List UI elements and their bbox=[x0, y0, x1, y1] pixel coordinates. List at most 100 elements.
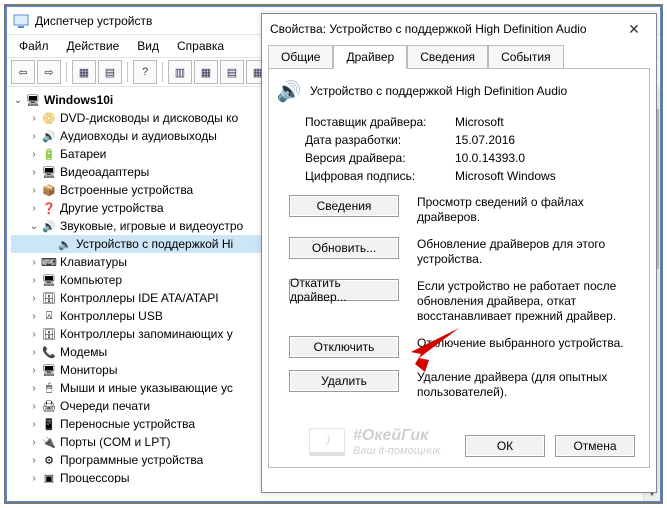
chevron-icon: › bbox=[27, 419, 41, 430]
tree-item-label: Батареи bbox=[60, 147, 106, 161]
tree-item-label: Модемы bbox=[60, 345, 107, 359]
back-button[interactable]: ⇦ bbox=[11, 60, 35, 84]
provider-label: Поставщик драйвера: bbox=[305, 115, 455, 129]
tree-item[interactable]: ›▣Процессоры bbox=[11, 469, 273, 483]
tree-child-item[interactable]: ·🔈Устройство с поддержкой Hi bbox=[11, 235, 273, 253]
properties-dialog: Свойства: Устройство с поддержкой High D… bbox=[261, 13, 657, 493]
chevron-icon: › bbox=[27, 347, 41, 358]
device-category-icon: 📀 bbox=[41, 110, 57, 126]
tree-item-label: Программные устройства bbox=[60, 453, 203, 467]
rollback-driver-desc: Если устройство не работает после обновл… bbox=[417, 279, 637, 324]
driver-tab-panel: 🔊 Устройство с поддержкой High Definitio… bbox=[268, 68, 650, 468]
tree-item-label: Процессоры bbox=[60, 471, 130, 483]
tree-item[interactable]: ›🖥Компьютер bbox=[11, 271, 273, 289]
tree-item[interactable]: ⌄🔊Звуковые, игровые и видеоустро bbox=[11, 217, 273, 235]
toolbar-help-btn[interactable]: ? bbox=[133, 60, 157, 84]
device-category-icon: ❓ bbox=[41, 200, 57, 216]
tree-item-label: Компьютер bbox=[60, 273, 122, 287]
device-tree[interactable]: ⌄ 🖥 Windows10i ›📀DVD-дисководы и дисково… bbox=[7, 89, 277, 483]
separator bbox=[127, 62, 128, 82]
chevron-icon: › bbox=[27, 275, 41, 286]
device-category-icon: 🔊 bbox=[41, 218, 57, 234]
device-category-icon: 📱 bbox=[41, 416, 57, 432]
tree-root-label: Windows10i bbox=[44, 93, 113, 107]
device-category-icon: 🔌 bbox=[41, 434, 57, 450]
tree-item-label: Звуковые, игровые и видеоустро bbox=[60, 219, 243, 233]
dialog-titlebar[interactable]: Свойства: Устройство с поддержкой High D… bbox=[262, 14, 656, 44]
tree-item[interactable]: ›🗄Контроллеры IDE ATA/ATAPI bbox=[11, 289, 273, 307]
forward-button[interactable]: ⇨ bbox=[37, 60, 61, 84]
menu-file[interactable]: Файл bbox=[11, 37, 57, 55]
version-value: 10.0.14393.0 bbox=[455, 151, 525, 165]
device-manager-icon bbox=[13, 13, 29, 29]
tree-item[interactable]: ›🗄Контроллеры запоминающих у bbox=[11, 325, 273, 343]
watermark-tag: Ваш it-помощник bbox=[353, 445, 440, 457]
tree-item[interactable]: ›📦Встроенные устройства bbox=[11, 181, 273, 199]
device-category-icon: 🖱 bbox=[41, 380, 57, 396]
tab-details[interactable]: Сведения bbox=[407, 45, 488, 69]
ok-button[interactable]: ОК bbox=[465, 435, 545, 457]
device-category-icon: 📞 bbox=[41, 344, 57, 360]
watermark-brand: #ОкейГик bbox=[353, 427, 440, 445]
chevron-icon: › bbox=[27, 473, 41, 484]
device-category-icon: ⍓ bbox=[41, 308, 57, 324]
tree-root[interactable]: ⌄ 🖥 Windows10i bbox=[11, 91, 273, 109]
update-driver-button[interactable]: Обновить... bbox=[289, 237, 399, 259]
tree-item[interactable]: ›❓Другие устройства bbox=[11, 199, 273, 217]
tree-item[interactable]: ›🖥Видеоадаптеры bbox=[11, 163, 273, 181]
toolbar-btn-1[interactable]: ▦ bbox=[72, 60, 96, 84]
cancel-button[interactable]: Отмена bbox=[555, 435, 635, 457]
chevron-icon: › bbox=[27, 293, 41, 304]
device-category-icon: 🖥 bbox=[41, 362, 57, 378]
tree-item-label: Переносные устройства bbox=[60, 417, 195, 431]
tree-item-label: Контроллеры запоминающих у bbox=[60, 327, 233, 341]
toolbar-btn-6[interactable]: ▤ bbox=[220, 60, 244, 84]
tree-item-label: Порты (COM и LPT) bbox=[60, 435, 171, 449]
tab-general[interactable]: Общие bbox=[268, 45, 333, 69]
driver-details-button[interactable]: Сведения bbox=[289, 195, 399, 217]
uninstall-driver-button[interactable]: Удалить bbox=[289, 370, 399, 392]
device-category-icon: 🖨 bbox=[41, 398, 57, 414]
tab-strip: Общие Драйвер Сведения События bbox=[262, 44, 656, 68]
device-category-icon: 🖥 bbox=[41, 164, 57, 180]
main-title: Диспетчер устройств bbox=[35, 14, 152, 28]
update-driver-desc: Обновление драйверов для этого устройств… bbox=[417, 237, 637, 267]
toolbar-btn-5[interactable]: ▦ bbox=[194, 60, 218, 84]
speaker-icon: 🔊 bbox=[281, 83, 297, 99]
tree-item[interactable]: ›📱Переносные устройства bbox=[11, 415, 273, 433]
computer-icon: 🖥 bbox=[25, 92, 41, 108]
device-category-icon: 🗄 bbox=[41, 290, 57, 306]
dialog-close-button[interactable]: ✕ bbox=[620, 21, 648, 38]
tree-item[interactable]: ›🖨Очереди печати bbox=[11, 397, 273, 415]
disable-device-desc: Отключение выбранного устройства. bbox=[417, 336, 624, 351]
toolbar-btn-4[interactable]: ▥ bbox=[168, 60, 192, 84]
device-name: Устройство с поддержкой High Definition … bbox=[310, 84, 567, 98]
tree-item-label: Встроенные устройства bbox=[60, 183, 193, 197]
chevron-icon: › bbox=[27, 167, 41, 178]
rollback-driver-button[interactable]: Откатить драйвер... bbox=[289, 279, 399, 301]
tree-item[interactable]: ›📀DVD-дисководы и дисководы ко bbox=[11, 109, 273, 127]
tab-events[interactable]: События bbox=[488, 45, 564, 69]
menu-view[interactable]: Вид bbox=[129, 37, 167, 55]
device-category-icon: ⌨ bbox=[41, 254, 57, 270]
menu-help[interactable]: Справка bbox=[169, 37, 232, 55]
tree-item-label: Контроллеры USB bbox=[60, 309, 163, 323]
tree-item[interactable]: ›🖱Мыши и иные указывающие ус bbox=[11, 379, 273, 397]
tab-driver[interactable]: Драйвер bbox=[333, 45, 407, 69]
tree-item[interactable]: ›⌨Клавиатуры bbox=[11, 253, 273, 271]
tree-item[interactable]: ›⍓Контроллеры USB bbox=[11, 307, 273, 325]
chevron-icon: › bbox=[27, 203, 41, 214]
chevron-icon: › bbox=[27, 149, 41, 160]
chevron-icon: › bbox=[27, 329, 41, 340]
uninstall-driver-desc: Удаление драйвера (для опытных пользоват… bbox=[417, 370, 637, 400]
tree-item[interactable]: ›📞Модемы bbox=[11, 343, 273, 361]
tree-item[interactable]: ›⚙Программные устройства bbox=[11, 451, 273, 469]
disable-device-button[interactable]: Отключить bbox=[289, 336, 399, 358]
version-label: Версия драйвера: bbox=[305, 151, 455, 165]
tree-item[interactable]: ›🔊Аудиовходы и аудиовыходы bbox=[11, 127, 273, 145]
tree-item[interactable]: ›🔋Батареи bbox=[11, 145, 273, 163]
tree-item[interactable]: ›🔌Порты (COM и LPT) bbox=[11, 433, 273, 451]
tree-item[interactable]: ›🖥Мониторы bbox=[11, 361, 273, 379]
menu-action[interactable]: Действие bbox=[59, 37, 128, 55]
toolbar-btn-2[interactable]: ▤ bbox=[98, 60, 122, 84]
